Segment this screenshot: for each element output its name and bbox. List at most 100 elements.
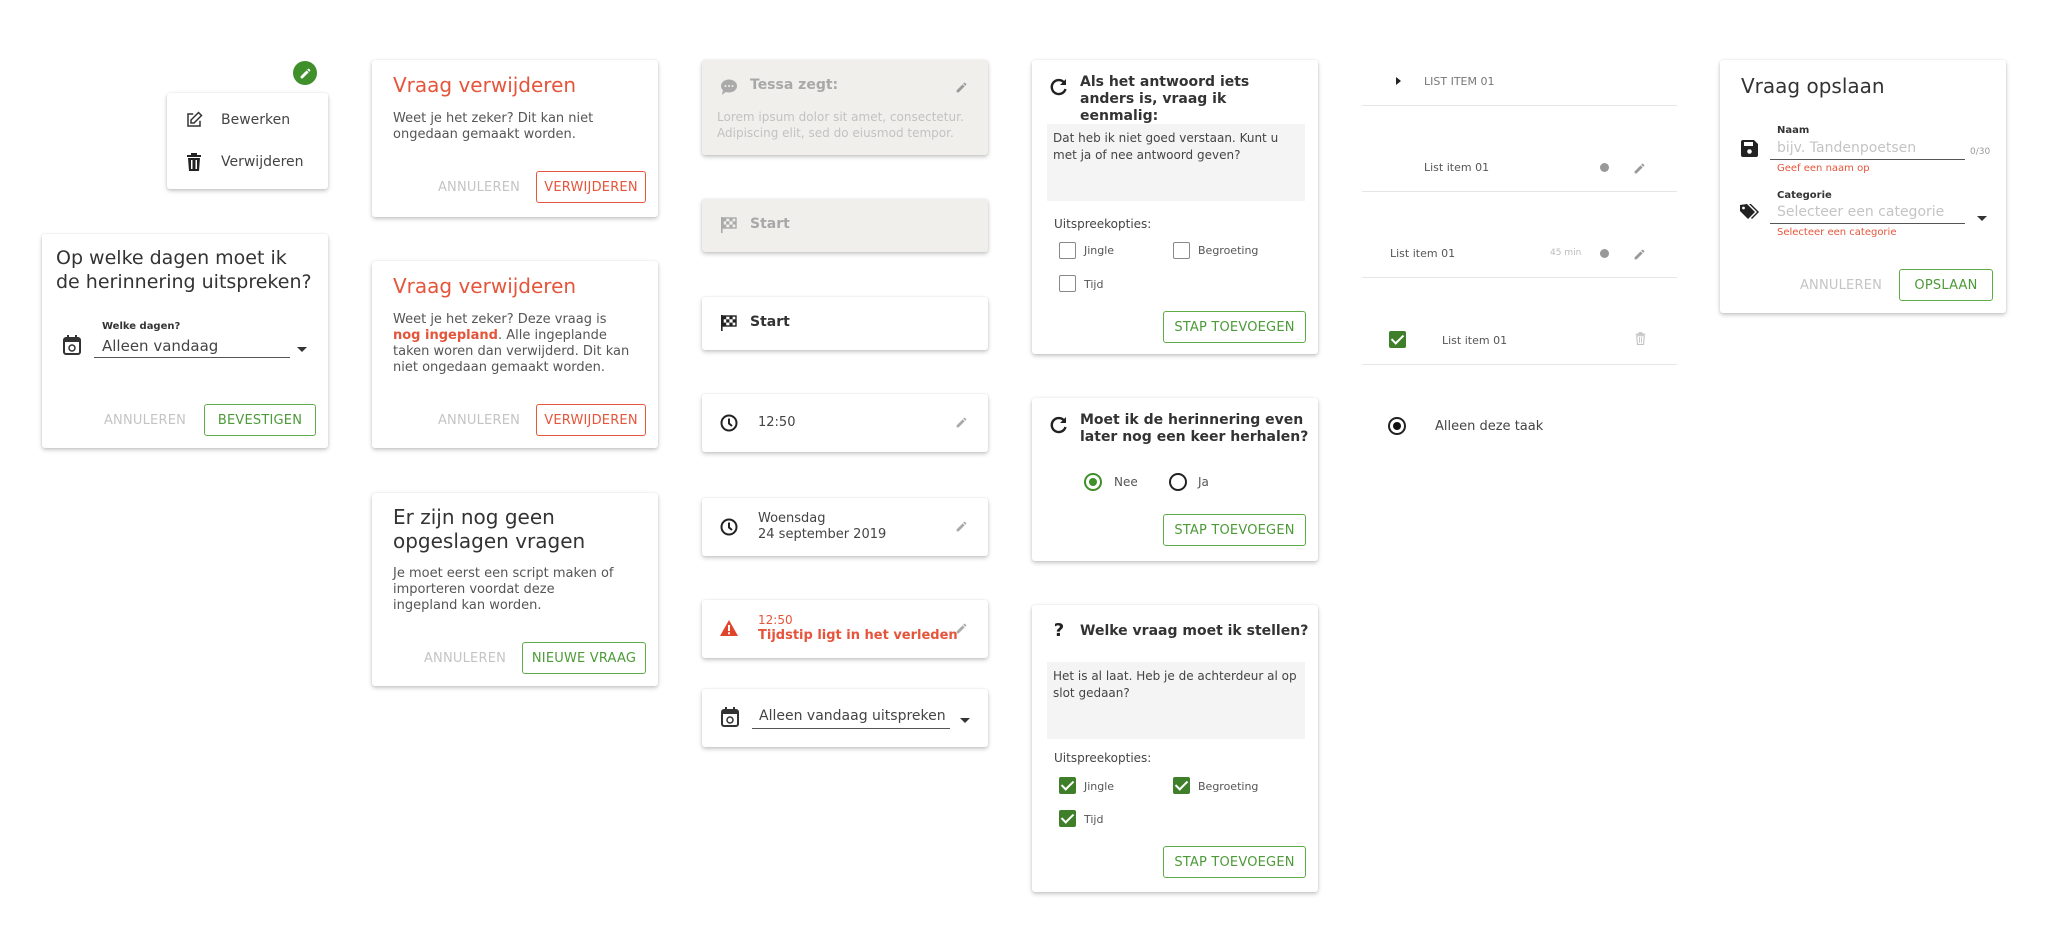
menu-item-verwijderen[interactable]: Verwijderen xyxy=(167,143,328,181)
menu-item-bewerken[interactable]: Bewerken xyxy=(167,101,328,139)
repeat-select[interactable]: Alleen vandaag uitspreken xyxy=(752,705,950,729)
pencil-icon[interactable] xyxy=(1632,161,1646,175)
card-title: Start xyxy=(750,216,790,232)
fallback-textarea[interactable]: Dat heb ik niet goed verstaan. Kunt u me… xyxy=(1047,124,1305,201)
cancel-button[interactable]: ANNULEREN xyxy=(1796,269,1886,301)
add-step-button[interactable]: STAP TOEVOEGEN xyxy=(1163,311,1306,343)
dialog-title: Vraag opslaan xyxy=(1741,74,1885,98)
edit-fab-button[interactable] xyxy=(293,61,317,85)
checkbox-label: Tijd xyxy=(1084,278,1104,291)
question-step-card: ? Welke vraag moet ik stellen? Het is al… xyxy=(1032,605,1318,892)
dialog-body: Je moet eerst een script maken of import… xyxy=(393,566,614,613)
cancel-button[interactable]: ANNULEREN xyxy=(434,404,524,436)
card-title: Als het antwoord iets anders is, vraag i… xyxy=(1080,74,1250,124)
delete-button[interactable]: VERWIJDEREN xyxy=(536,171,646,203)
select-value: Alleen vandaag xyxy=(102,337,219,355)
time-value: 12:50 xyxy=(758,613,793,627)
confirm-button[interactable]: BEVESTIGEN xyxy=(204,404,316,436)
warning-icon xyxy=(720,620,738,636)
redo-icon xyxy=(1050,416,1068,434)
clock-icon[interactable] xyxy=(1600,249,1609,258)
radio-label: Alleen deze taak xyxy=(1435,419,1544,434)
list-header-row[interactable]: LIST ITEM 01 xyxy=(1362,56,1677,106)
tags-icon xyxy=(1740,204,1759,220)
item-checkbox[interactable] xyxy=(1389,331,1406,348)
checkbox-label: Begroeting xyxy=(1198,244,1259,257)
save-icon xyxy=(1741,140,1758,157)
dialog-title: Op welke dagen moet ik de herinnering ui… xyxy=(56,247,312,293)
cancel-button[interactable]: ANNULEREN xyxy=(434,171,524,203)
chevron-down-icon[interactable] xyxy=(297,347,307,352)
delete-dialog: Vraag verwijderen Weet je het zeker? Dit… xyxy=(372,60,658,217)
tijd-checkbox[interactable] xyxy=(1059,810,1076,827)
jingle-checkbox[interactable] xyxy=(1059,777,1076,794)
card-body: Lorem ipsum dolor sit amet, consectetur.… xyxy=(717,110,964,140)
start-step-card-disabled: Start xyxy=(702,199,988,252)
pencil-icon[interactable] xyxy=(954,519,968,533)
dialog-title: Vraag verwijderen xyxy=(393,73,577,97)
list-item-row[interactable]: List item 01 xyxy=(1362,142,1677,192)
list-item-row[interactable]: List item 01 45 min xyxy=(1362,228,1677,278)
begroeting-checkbox[interactable] xyxy=(1173,777,1190,794)
repeat-step-card: Moet ik de herinnering even later nog ee… xyxy=(1032,398,1318,561)
caret-right-icon[interactable] xyxy=(1396,77,1401,85)
date-card[interactable]: Woensdag 24 september 2019 xyxy=(702,498,988,556)
repeat-select-card: Alleen vandaag uitspreken xyxy=(702,689,988,747)
radio-label: Ja xyxy=(1198,475,1209,489)
trash-icon[interactable] xyxy=(1634,331,1646,345)
clock-icon[interactable] xyxy=(1600,163,1609,172)
list-item-row-checked[interactable]: List item 01 xyxy=(1362,315,1677,365)
ja-radio[interactable] xyxy=(1169,473,1187,491)
tessa-step-card[interactable]: Tessa zegt: Lorem ipsum dolor sit amet, … xyxy=(702,60,988,155)
begroeting-checkbox[interactable] xyxy=(1173,242,1190,259)
menu-item-label: Verwijderen xyxy=(221,154,304,170)
radio-alleen-deze-taak[interactable] xyxy=(1388,417,1406,435)
field-label: Naam xyxy=(1777,125,1810,136)
select-placeholder: Selecteer een categorie xyxy=(1777,204,1945,220)
input-placeholder: bijv. Tandenpoetsen xyxy=(1777,140,1917,156)
jingle-checkbox[interactable] xyxy=(1059,242,1076,259)
list-item-label: List item 01 xyxy=(1390,247,1456,260)
dialog-title: Er zijn nog geen opgeslagen vragen xyxy=(393,505,586,553)
cancel-button[interactable]: ANNULEREN xyxy=(420,642,510,674)
cancel-button[interactable]: ANNULEREN xyxy=(100,404,190,436)
checkbox-label: Jingle xyxy=(1084,780,1115,793)
checkered-flag-icon xyxy=(720,314,738,332)
time-error-card[interactable]: 12:50 Tijdstip ligt in het verleden xyxy=(702,600,988,658)
chevron-down-icon[interactable] xyxy=(1977,216,1987,221)
delete-button[interactable]: VERWIJDEREN xyxy=(536,404,646,436)
radio-list-item[interactable]: Alleen deze taak xyxy=(1362,404,1677,448)
chevron-down-icon[interactable] xyxy=(960,718,970,723)
add-step-button[interactable]: STAP TOEVOEGEN xyxy=(1163,846,1306,878)
save-button[interactable]: OPSLAAN xyxy=(1899,269,1993,301)
start-step-card[interactable]: Start xyxy=(702,297,988,350)
date-day: Woensdag xyxy=(758,511,826,526)
tijd-checkbox[interactable] xyxy=(1059,275,1076,292)
delete-dialog-scheduled: Vraag verwijderen Weet je het zeker? Dez… xyxy=(372,261,658,448)
name-input[interactable]: bijv. Tandenpoetsen xyxy=(1770,138,1965,160)
list-item-label: List item 01 xyxy=(1442,334,1508,347)
body-text: Weet je het zeker? Deze vraag is xyxy=(393,312,607,327)
category-select[interactable]: Selecteer een categorie xyxy=(1770,202,1965,224)
question-mark-icon: ? xyxy=(1053,619,1065,641)
time-card[interactable]: 12:50 xyxy=(702,394,988,452)
highlight-text: nog ingepland xyxy=(393,328,498,343)
calendar-sync-icon xyxy=(62,335,82,355)
question-textarea[interactable]: Het is al laat. Heb je de achterdeur al … xyxy=(1047,662,1305,739)
pencil-icon[interactable] xyxy=(1632,247,1646,261)
days-select[interactable]: Alleen vandaag xyxy=(94,334,290,358)
add-step-button[interactable]: STAP TOEVOEGEN xyxy=(1163,514,1306,546)
fallback-step-card: Als het antwoord iets anders is, vraag i… xyxy=(1032,60,1318,354)
category-error: Selecteer een categorie xyxy=(1777,227,1897,238)
pencil-icon[interactable] xyxy=(954,415,968,429)
card-title: Start xyxy=(750,314,790,330)
pencil-icon xyxy=(300,68,310,78)
pencil-icon[interactable] xyxy=(954,621,968,635)
edit-icon xyxy=(185,111,203,129)
chat-icon xyxy=(720,79,738,95)
pencil-icon[interactable] xyxy=(954,80,968,94)
nee-radio[interactable] xyxy=(1084,473,1102,491)
new-question-button[interactable]: NIEUWE VRAAG xyxy=(522,642,646,674)
menu-item-label: Bewerken xyxy=(221,112,291,128)
context-menu: Bewerken Verwijderen xyxy=(167,93,328,189)
